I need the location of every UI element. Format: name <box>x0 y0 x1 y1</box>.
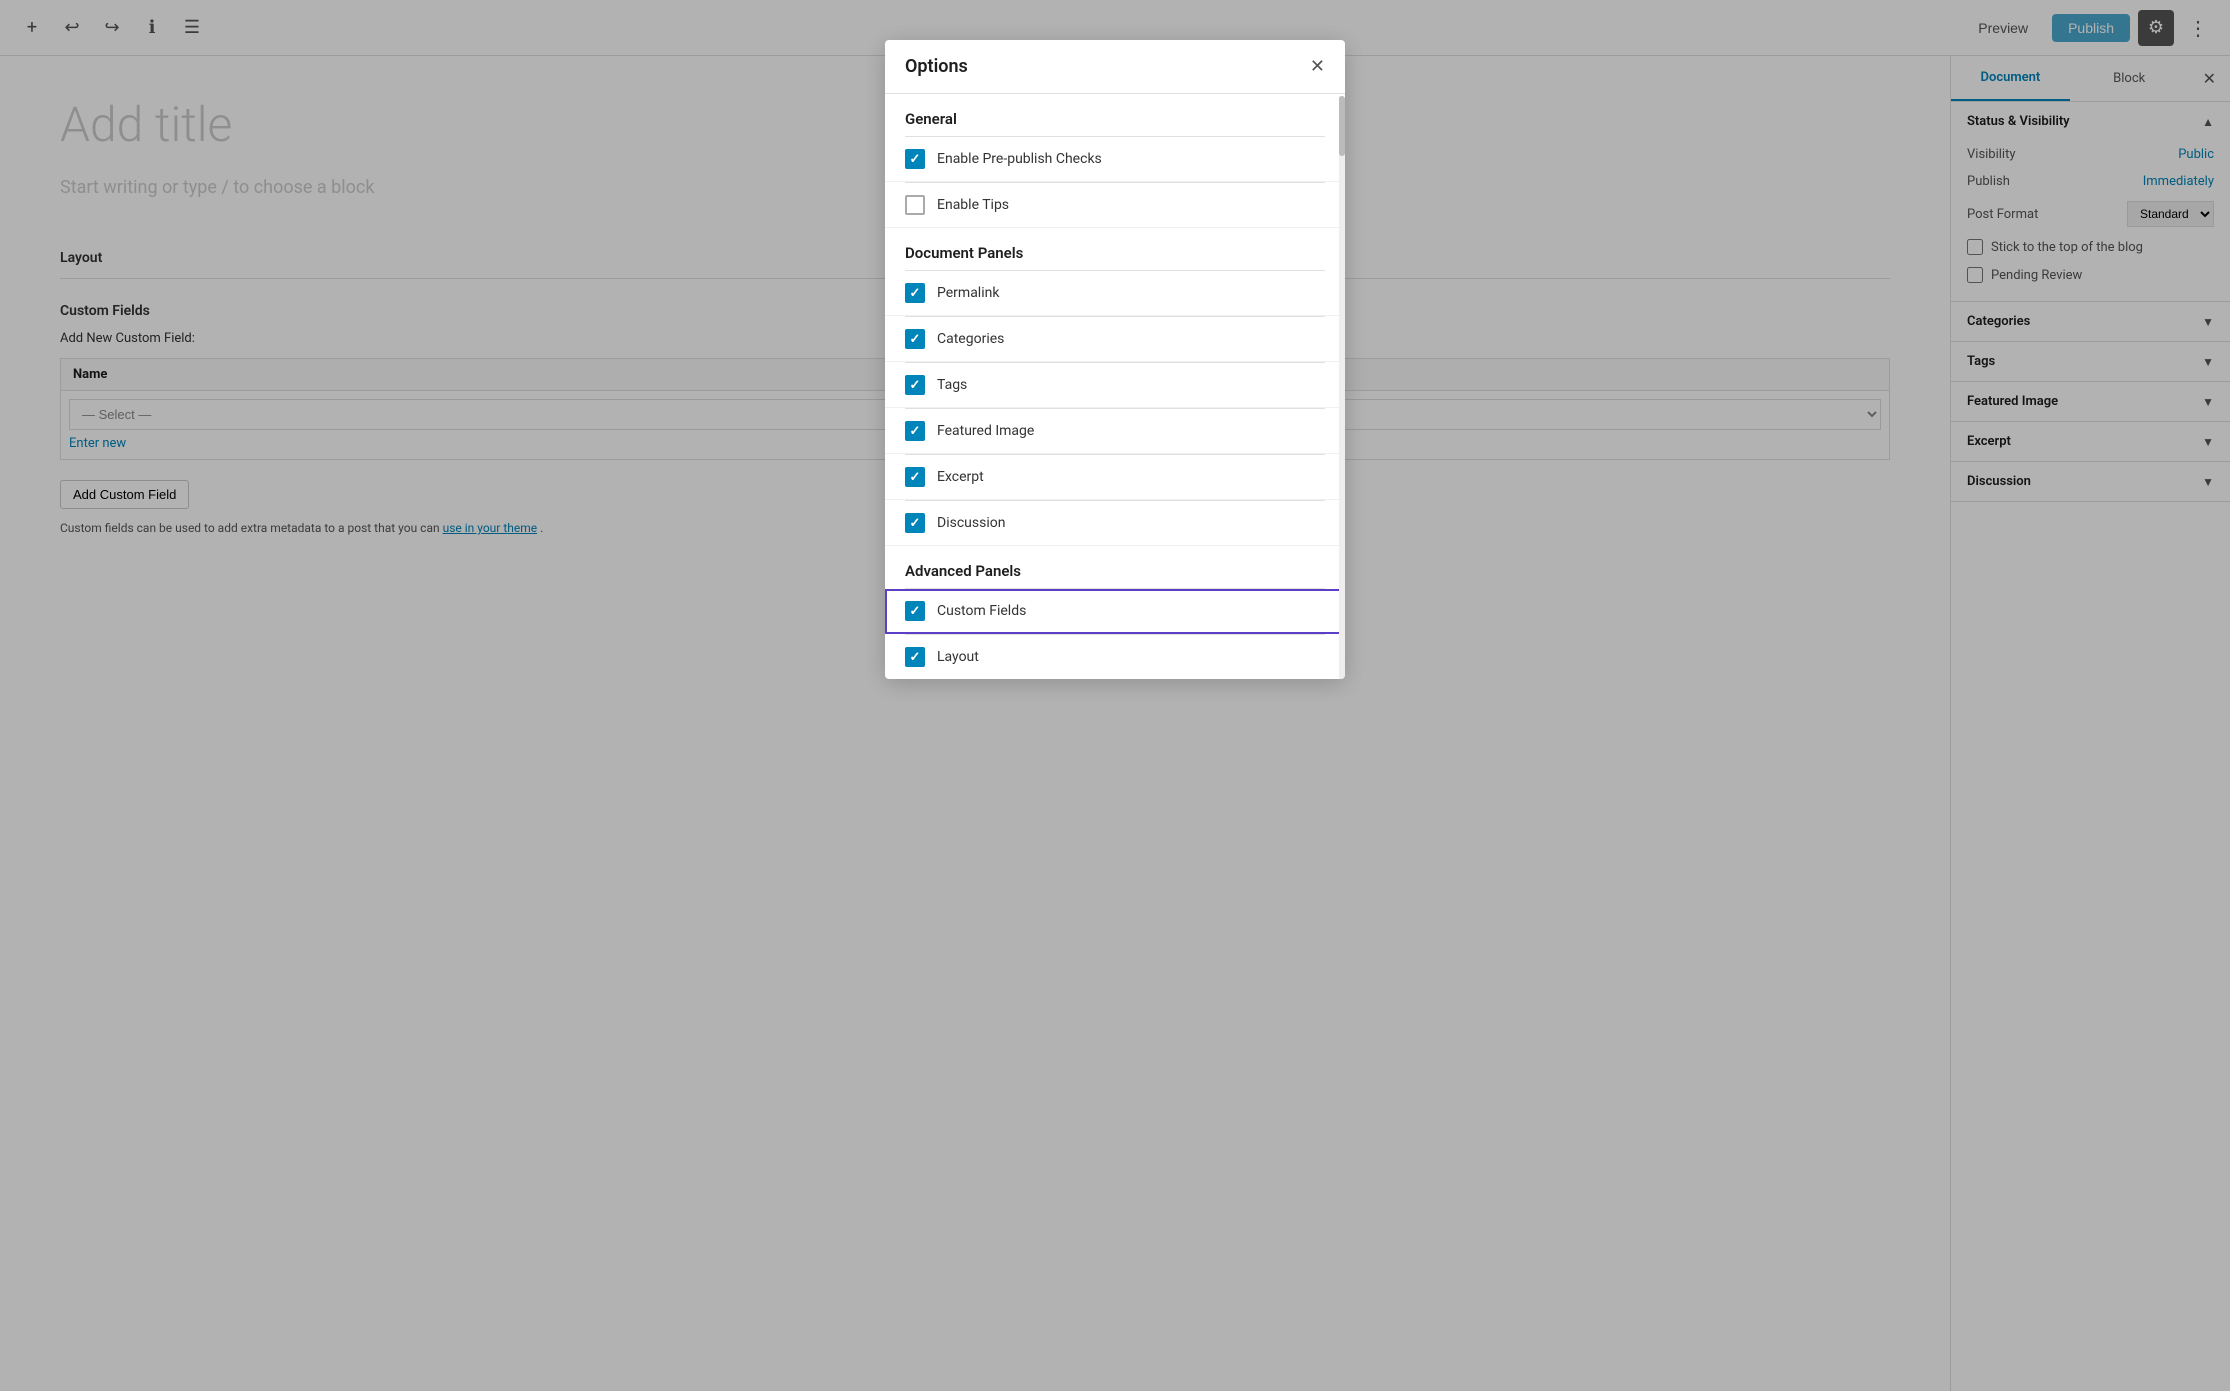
excerpt-checkbox[interactable]: ✓ <box>905 467 925 487</box>
general-section-title: General <box>885 94 1345 136</box>
featured-image-label: Featured Image <box>937 423 1034 439</box>
option-tips: Enable Tips <box>885 183 1345 228</box>
custom-fields-label: Custom Fields <box>937 603 1026 619</box>
options-modal: Options ✕ General ✓ Enable Pre-publish C… <box>885 40 1345 679</box>
option-layout: ✓ Layout <box>885 635 1345 679</box>
excerpt-label: Excerpt <box>937 469 984 485</box>
custom-fields-checkbox[interactable]: ✓ <box>905 601 925 621</box>
pre-publish-label: Enable Pre-publish Checks <box>937 151 1102 167</box>
document-panels-title: Document Panels <box>885 228 1345 270</box>
tips-checkbox[interactable] <box>905 195 925 215</box>
option-categories: ✓ Categories <box>885 317 1345 362</box>
discussion-checkbox[interactable]: ✓ <box>905 513 925 533</box>
option-excerpt: ✓ Excerpt <box>885 455 1345 500</box>
tags-label: Tags <box>937 377 967 393</box>
permalink-label: Permalink <box>937 285 999 301</box>
modal-scrollbar-thumb <box>1339 96 1345 156</box>
option-custom-fields: ✓ Custom Fields <box>885 589 1345 634</box>
tags-checkbox[interactable]: ✓ <box>905 375 925 395</box>
modal-title: Options <box>905 56 968 77</box>
categories-checkbox[interactable]: ✓ <box>905 329 925 349</box>
modal-header: Options ✕ <box>885 40 1345 94</box>
layout-label: Layout <box>937 649 979 665</box>
categories-label: Categories <box>937 331 1004 347</box>
option-tags: ✓ Tags <box>885 363 1345 408</box>
option-featured-image: ✓ Featured Image <box>885 409 1345 454</box>
discussion-label: Discussion <box>937 515 1005 531</box>
pre-publish-checkbox[interactable]: ✓ <box>905 149 925 169</box>
option-pre-publish: ✓ Enable Pre-publish Checks <box>885 137 1345 182</box>
option-discussion: ✓ Discussion <box>885 501 1345 546</box>
layout-checkbox[interactable]: ✓ <box>905 647 925 667</box>
modal-scrollbar <box>1339 96 1345 679</box>
permalink-checkbox[interactable]: ✓ <box>905 283 925 303</box>
modal-close-button[interactable]: ✕ <box>1310 56 1325 77</box>
featured-image-checkbox[interactable]: ✓ <box>905 421 925 441</box>
advanced-panels-title: Advanced Panels <box>885 546 1345 588</box>
modal-body: General ✓ Enable Pre-publish Checks Enab… <box>885 94 1345 679</box>
modal-overlay[interactable]: Options ✕ General ✓ Enable Pre-publish C… <box>0 0 2230 1391</box>
tips-label: Enable Tips <box>937 197 1009 213</box>
option-permalink: ✓ Permalink <box>885 271 1345 316</box>
